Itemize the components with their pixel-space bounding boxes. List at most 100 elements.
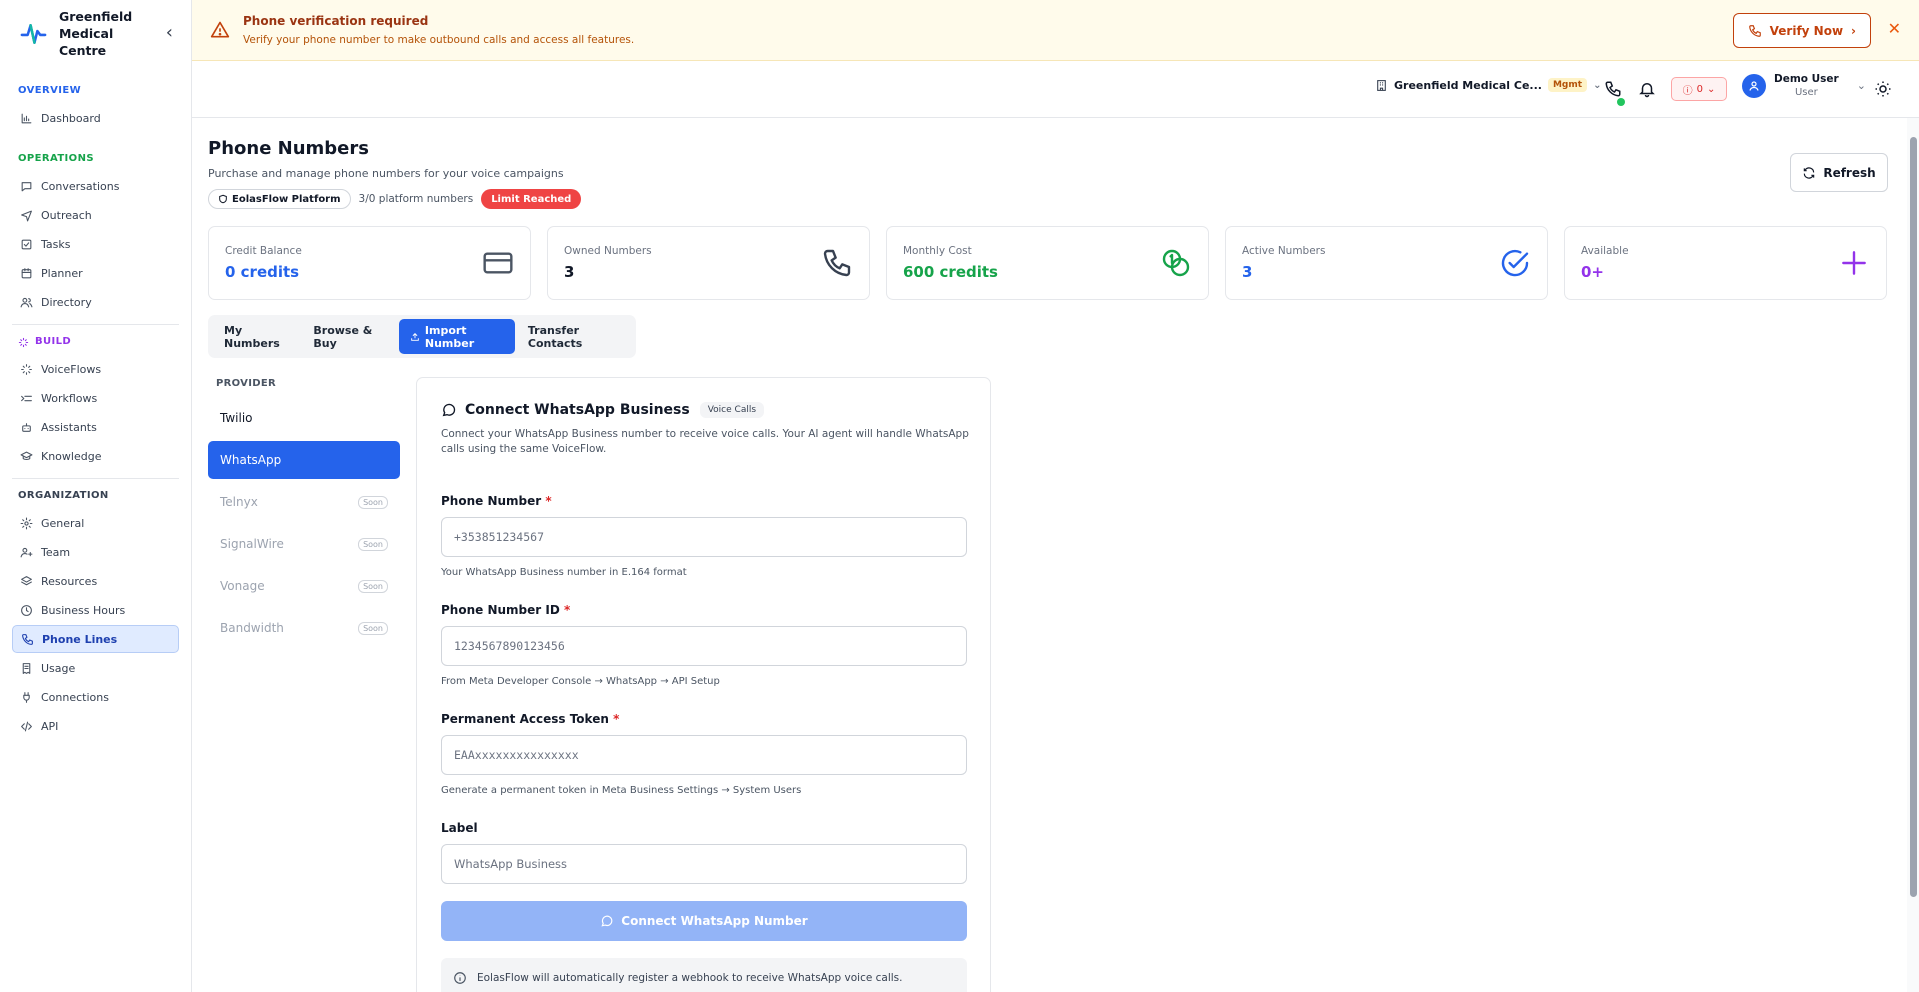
- field-help: From Meta Developer Console → WhatsApp →…: [441, 676, 720, 687]
- graduation-icon: [20, 451, 33, 460]
- stat-value: 3: [1242, 263, 1253, 281]
- collapse-sidebar-icon[interactable]: ‹: [166, 24, 173, 42]
- sidebar-item-label: Team: [41, 545, 71, 559]
- sidebar-item-connections[interactable]: Connections: [12, 683, 179, 711]
- page-subtitle: Purchase and manage phone numbers for yo…: [208, 167, 564, 180]
- alert-circle-icon: ⓘ: [1682, 85, 1693, 97]
- tab-transfer-contacts[interactable]: Transfer Contacts: [517, 319, 631, 354]
- provider-bandwidth: Bandwidth Soon: [208, 609, 400, 647]
- section-label-text: OPERATIONS: [18, 153, 94, 164]
- credit-card-icon: [483, 252, 513, 274]
- sidebar-item-directory[interactable]: Directory: [12, 288, 179, 316]
- check-circle-icon: [1501, 249, 1529, 277]
- sidebar-item-general[interactable]: General: [12, 509, 179, 537]
- permanent-access-token-input[interactable]: EAAxxxxxxxxxxxxxxx: [441, 735, 967, 775]
- stat-value: 0+: [1581, 263, 1605, 281]
- sidebar-item-api[interactable]: API: [12, 712, 179, 740]
- close-icon[interactable]: ✕: [1888, 21, 1901, 37]
- stat-value: 600 credits: [903, 263, 998, 281]
- tabs: My Numbers Browse & Buy Import Number Trans…: [208, 315, 636, 358]
- shield-icon: [219, 194, 227, 204]
- user-icon: [1749, 80, 1759, 91]
- sidebar-item-conversations[interactable]: Conversations: [12, 172, 179, 200]
- sidebar-item-dashboard[interactable]: Dashboard: [12, 104, 179, 132]
- required-marker: *: [613, 712, 620, 726]
- sidebar-item-business-hours[interactable]: Business Hours: [12, 596, 179, 624]
- field-label-phone-number: Phone Number *: [441, 494, 966, 508]
- tab-browse-buy[interactable]: Browse & Buy: [302, 319, 396, 354]
- sidebar-item-label: Connections: [41, 690, 109, 704]
- sidebar-item-usage[interactable]: Usage: [12, 654, 179, 682]
- sidebar-item-label: Phone Lines: [42, 632, 118, 646]
- scrollbar-thumb[interactable]: [1910, 137, 1917, 897]
- phone-number-id-input[interactable]: 1234567890123456: [441, 626, 967, 666]
- phone-icon: [22, 633, 33, 645]
- field-label-label: Label: [441, 821, 966, 835]
- refresh-button[interactable]: Refresh: [1790, 153, 1888, 192]
- logo-icon: [20, 23, 47, 44]
- nav-section-build: BUILD VoiceFlows Workflows Assistants Knowle…: [0, 333, 191, 470]
- section-label-overview: OVERVIEW: [12, 82, 179, 100]
- gear-icon: [20, 517, 33, 529]
- theme-toggle-icon[interactable]: [1874, 80, 1892, 98]
- field-label-text: Phone Number ID: [441, 603, 560, 617]
- stat-label: Available: [1581, 245, 1629, 257]
- message-circle-icon: [601, 915, 613, 927]
- error-count-chip[interactable]: ⓘ 0 ⌄: [1671, 77, 1727, 101]
- sidebar-item-assistants[interactable]: Assistants: [12, 413, 179, 441]
- webhook-info-text: EolasFlow will automatically register a …: [477, 972, 903, 984]
- sidebar-item-tasks[interactable]: Tasks: [12, 230, 179, 258]
- limit-reached-badge: Limit Reached: [481, 189, 582, 209]
- clock-icon: [21, 604, 32, 616]
- section-label-text: ORGANIZATION: [18, 490, 109, 501]
- sidebar-item-team[interactable]: Team: [12, 538, 179, 566]
- sidebar-item-voiceflows[interactable]: VoiceFlows: [12, 355, 179, 383]
- user-name: Demo User: [1774, 73, 1839, 85]
- page-title: Phone Numbers: [208, 138, 369, 159]
- bell-icon[interactable]: [1638, 80, 1656, 98]
- receipt-icon: [22, 662, 31, 674]
- sidebar-item-label: Planner: [41, 266, 83, 280]
- sidebar-item-resources[interactable]: Resources: [12, 567, 179, 595]
- refresh-icon: [1804, 166, 1815, 179]
- phone-call-icon[interactable]: [1604, 80, 1622, 98]
- upload-icon: [411, 332, 419, 341]
- checklist-icon: [21, 239, 32, 249]
- sidebar-item-planner[interactable]: Planner: [12, 259, 179, 287]
- banner-subtitle: Verify your phone number to make outboun…: [243, 34, 635, 46]
- phone-number-input[interactable]: +353851234567: [441, 517, 967, 557]
- required-marker: *: [563, 603, 571, 617]
- stat-value: 3: [564, 263, 575, 281]
- sidebar-item-label: General: [41, 516, 85, 530]
- scrollbar[interactable]: [1907, 118, 1919, 992]
- provider-twilio[interactable]: Twilio: [208, 399, 400, 437]
- tab-my-numbers[interactable]: My Numbers: [213, 319, 300, 354]
- sidebar-item-workflows[interactable]: Workflows: [12, 384, 179, 412]
- provider-name: Vonage: [220, 579, 265, 593]
- soon-badge: Soon: [358, 579, 388, 593]
- input-placeholder: +353851234567: [454, 530, 545, 544]
- stat-card-monthly-cost: Monthly Cost 600 credits: [886, 226, 1209, 300]
- tab-import-number[interactable]: Import Number: [398, 319, 515, 354]
- connect-whatsapp-button[interactable]: Connect WhatsApp Number: [441, 901, 967, 941]
- sidebar-item-outreach[interactable]: Outreach: [12, 201, 179, 229]
- verify-now-button[interactable]: Verify Now ›: [1732, 13, 1871, 48]
- org-switcher[interactable]: Greenfield Medical Ce... Mgmt ⌄: [1375, 78, 1601, 92]
- voice-calls-badge: Voice Calls: [699, 402, 765, 418]
- sidebar-item-knowledge[interactable]: Knowledge: [12, 442, 179, 470]
- sidebar-item-label: Business Hours: [41, 603, 126, 617]
- stat-label: Credit Balance: [225, 245, 302, 257]
- user-menu[interactable]: Demo User User ⌄: [1742, 73, 1866, 98]
- provider-whatsapp[interactable]: WhatsApp: [208, 441, 400, 479]
- field-help: Your WhatsApp Business number in E.164 f…: [441, 567, 687, 578]
- section-label-text: OVERVIEW: [18, 85, 82, 96]
- sidebar-item-label: Resources: [41, 574, 98, 588]
- section-label-text: BUILD: [35, 336, 72, 347]
- sidebar-item-phone-lines[interactable]: Phone Lines: [12, 625, 179, 653]
- label-input[interactable]: WhatsApp Business: [441, 844, 967, 884]
- org-name: Greenfield Medical Ce...: [1394, 78, 1542, 92]
- sidebar-item-label: Tasks: [41, 237, 71, 251]
- provider-name: Bandwidth: [220, 621, 284, 635]
- provider-telnyx: Telnyx Soon: [208, 483, 400, 521]
- tab-label: My Numbers: [224, 323, 280, 350]
